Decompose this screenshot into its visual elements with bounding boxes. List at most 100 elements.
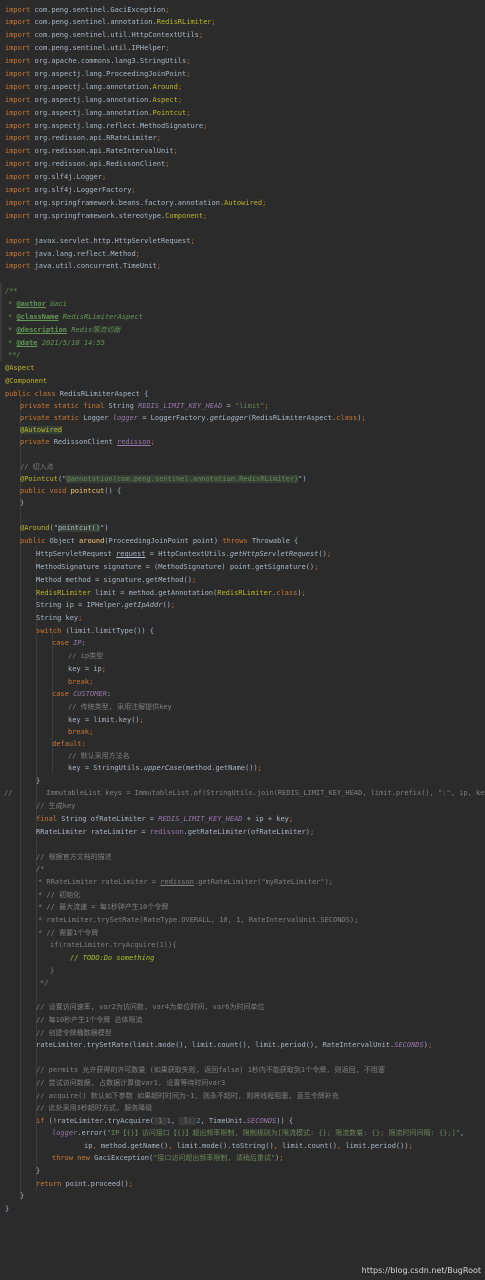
code-line[interactable]: MethodSignature signature = (MethodSigna… [0,561,485,573]
code-line[interactable]: } [0,1165,485,1177]
code-line[interactable]: **/ [0,349,485,361]
code-line[interactable]: throw new GaciException("接口访问超出频率限制, 请稍后… [0,1152,485,1164]
code-line[interactable]: // TODO:Do something [0,952,485,964]
code-line[interactable]: * @className RedisRLimiterAspect [0,311,485,323]
code-line[interactable]: } [0,965,485,977]
code-line[interactable]: import org.aspectj.lang.annotation.Point… [0,107,485,119]
code-line[interactable]: // 创建令牌桶数据模型 [0,1027,485,1039]
code-line[interactable]: */ [0,977,485,989]
code-line[interactable]: private static Logger logger = LoggerFac… [0,412,485,424]
code-line[interactable]: private RedissonClient redisson; [0,436,485,448]
code-line[interactable]: HttpServletRequest request = HttpContext… [0,548,485,560]
code-line[interactable]: @Aspect [0,362,485,374]
code-line[interactable]: import org.aspectj.lang.annotation.Aroun… [0,81,485,93]
code-line[interactable]: import com.peng.sentinel.util.HttpContex… [0,29,485,41]
code-token: = [222,402,235,410]
code-line[interactable]: import java.lang.reflect.Method; [0,248,485,260]
code-line[interactable]: * // 需要1个令牌 [0,927,485,939]
code-line[interactable]: } [0,775,485,787]
code-line[interactable]: } [0,497,485,509]
code-line[interactable]: import org.redisson.api.RateIntervalUnit… [0,145,485,157]
code-line[interactable]: import org.apache.commons.lang3.StringUt… [0,55,485,67]
code-line[interactable]: import org.aspectj.lang.reflect.MethodSi… [0,120,485,132]
code-line[interactable]: String ip = IPHelper.getIpAddr(); [0,599,485,611]
code-line[interactable]: * // 最大流速 = 每1秒钟产生10个令牌 [0,901,485,913]
code-line[interactable]: break; [0,726,485,738]
code-line[interactable]: if (!rateLimiter.tryAcquire( 1 1, l: 2, … [0,1115,485,1127]
code-line[interactable]: switch (limit.limitType()) { [0,625,485,637]
code-token: javax.servlet.http.HttpServletRequest [30,237,191,245]
code-line[interactable]: key = ip; [0,663,485,675]
code-line[interactable]: final String ofRateLimiter = REDIS_LIMIT… [0,813,485,825]
code-line[interactable]: case CUSTOMER: [0,688,485,700]
code-token: import [5,134,31,142]
code-line[interactable]: import org.aspectj.lang.annotation.Aspec… [0,94,485,106]
code-line[interactable]: import org.springframework.stereotype.Co… [0,210,485,222]
code-line[interactable]: import javax.servlet.http.HttpServletReq… [0,235,485,247]
code-line[interactable]: * RRateLimiter rateLimiter = redisson.ge… [0,876,485,888]
code-line[interactable]: // permits 允许获得的许可数量 (如果获取失败, 返回false) 1… [0,1064,485,1076]
code-line[interactable]: RRateLimiter rateLimiter = redisson.getR… [0,826,485,838]
code-line[interactable]: // 传统类型, 采用注解提供key [0,701,485,713]
code-editor[interactable]: import com.peng.sentinel.GaciException; i… [0,0,485,1280]
code-line[interactable]: // 默认采用方法名 [0,750,485,762]
code-line[interactable]: return point.proceed(); [0,1178,485,1190]
code-line[interactable]: ip, method.getName(), limit.mode().toStr… [0,1140,485,1152]
code-line[interactable]: String key; [0,612,485,624]
code-line[interactable]: import org.slf4j.LoggerFactory; [0,184,485,196]
code-line[interactable]: RedisRLimiter limit = method.getAnnotati… [0,587,485,599]
code-line[interactable]: @Component [0,375,485,387]
code-line[interactable]: // acquire() 默认如下参数 如果超时时间为-1, 则永不超时, 则将… [0,1090,485,1102]
code-line[interactable]: } [0,1203,485,1215]
code-line[interactable]: @Autowired [0,424,485,436]
code-line[interactable]: } [0,1190,485,1202]
code-line[interactable]: rateLimiter.trySetRate(limit.mode(), lim… [0,1039,485,1051]
code-line[interactable]: default: [0,738,485,750]
code-line[interactable]: case IP: [0,637,485,649]
code-token: ; [361,414,366,422]
code-line[interactable]: public void pointcut() { [0,485,485,497]
code-line[interactable]: import org.springframework.beans.factory… [0,197,485,209]
code-line[interactable]: // 设置访问速率, var2为访问数, var4为单位时间, var6为时间单… [0,1001,485,1013]
code-token: return [36,1180,66,1188]
code-line[interactable]: // 每10秒产生1个令牌 总体限流 [0,1014,485,1026]
code-line[interactable]: import java.util.concurrent.TimeUnit; [0,260,485,272]
code-line[interactable]: @Pointcut("@annotation(com.peng.sentinel… [0,473,485,485]
code-line[interactable]: key = StringUtils.upperCase(method.getNa… [0,762,485,774]
code-token: public [20,537,50,545]
code-line[interactable]: logger.error("IP【{}】访问接口【{}】超出频率限制, 限制规则… [0,1127,485,1139]
code-line[interactable]: // 生成key [0,800,485,812]
code-line[interactable]: * @description Redis限流切面 [0,324,485,336]
code-line[interactable]: import org.redisson.api.RRateLimiter; [0,132,485,144]
code-line[interactable]: // 根据官方文档的描述 [0,851,485,863]
code-line[interactable]: // 此处采用3秒超时方式, 服务降级 [0,1102,485,1114]
code-line[interactable]: import org.slf4j.Logger; [0,171,485,183]
code-line[interactable]: key = limit.key(); [0,714,485,726]
code-line[interactable]: import com.peng.sentinel.annotation.Redi… [0,16,485,28]
code-line[interactable]: public class RedisRLimiterAspect { [0,388,485,400]
code-line[interactable]: import com.peng.sentinel.util.IPHelper; [0,42,485,54]
code-line[interactable]: // ImmutableList keys = ImmutableList.of… [0,787,485,799]
code-line[interactable]: @Around("pointcut()") [0,522,485,534]
code-line[interactable]: * @author Gaci [0,298,485,310]
code-line[interactable]: * rateLimiter.trySetRate(RateType.OVERAL… [0,914,485,926]
code-token: ; [326,550,332,558]
code-line[interactable]: public Object around(ProceedingJoinPoint… [0,535,485,547]
code-line[interactable]: if(rateLimiter.tryAcquire(1)){ [0,939,485,951]
code-line[interactable]: import org.aspectj.lang.ProceedingJoinPo… [0,68,485,80]
code-token: method.getName() [100,1142,169,1150]
code-line[interactable]: private static final String REDIS_LIMIT_… [0,400,485,412]
code-line[interactable]: * // 初始化 [0,889,485,901]
code-line[interactable]: import org.redisson.api.RedissonClient; [0,158,485,170]
code-line[interactable]: // ip类型 [0,650,485,662]
code-line[interactable]: // 尝试访问数据, 占数据计算值var1, 设置等待时间var3 [0,1077,485,1089]
code-line[interactable]: // 切入点 [0,461,485,473]
code-line[interactable]: break; [0,676,485,688]
code-line[interactable]: /* [0,863,485,875]
code-token: + ip + key [242,815,289,823]
code-line[interactable]: /** [0,285,485,297]
code-line[interactable]: * @date 2021/5/18 14:55 [0,337,485,349]
code-line[interactable]: import com.peng.sentinel.GaciException; [0,4,485,16]
code-token: // 每10秒产生1个令牌 总体限流 [36,1016,143,1024]
code-line[interactable]: Method method = signature.getMethod(); [0,574,485,586]
